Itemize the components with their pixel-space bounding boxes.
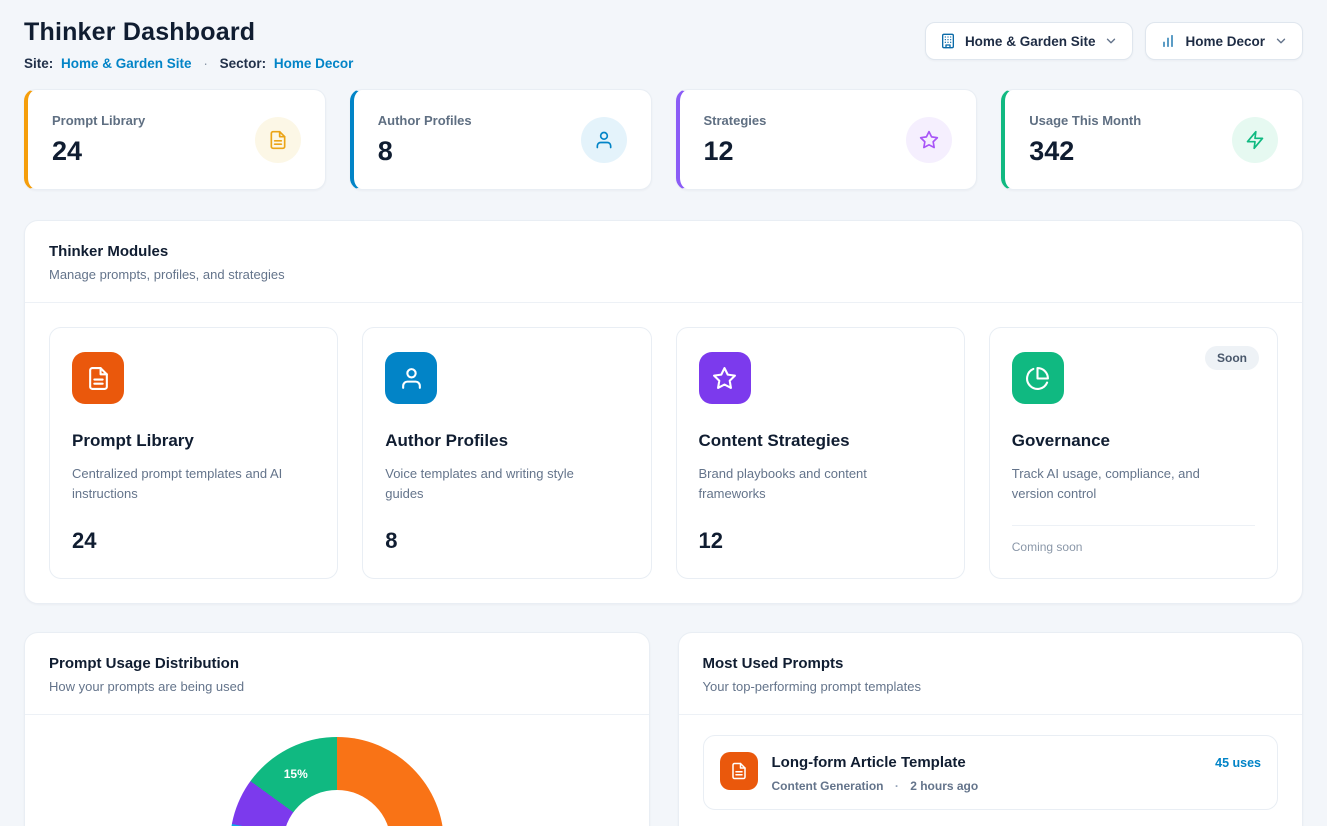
breadcrumb-separator: · <box>203 56 208 71</box>
donut-segment-label: 15% <box>284 767 308 781</box>
module-title: Author Profiles <box>385 431 628 451</box>
donut-chart-area: 15% <box>25 715 649 826</box>
module-description: Brand playbooks and content frameworks <box>699 464 929 504</box>
stat-card-strategies: Strategies 12 <box>676 89 978 190</box>
stat-value: 12 <box>704 136 767 167</box>
thinker-modules-section: Thinker Modules Manage prompts, profiles… <box>24 220 1303 604</box>
site-dropdown[interactable]: Home & Garden Site <box>925 22 1134 60</box>
modules-section-subtitle: Manage prompts, profiles, and strategies <box>49 267 1278 282</box>
site-label: Site: <box>24 56 53 71</box>
list-item[interactable]: Long-form Article Template Content Gener… <box>703 735 1279 810</box>
file-text-icon <box>720 752 758 790</box>
sector-dropdown-label: Home Decor <box>1185 34 1265 49</box>
stat-card-author-profiles: Author Profiles 8 <box>350 89 652 190</box>
stat-value: 342 <box>1029 136 1141 167</box>
prompt-usage-donut: 15% <box>230 737 444 826</box>
stat-label: Prompt Library <box>52 113 145 128</box>
module-description: Voice templates and writing style guides <box>385 464 615 504</box>
prompt-item-time: 2 hours ago <box>910 779 978 793</box>
prompt-item-title: Long-form Article Template <box>772 754 979 771</box>
stat-value: 8 <box>378 136 472 167</box>
stat-card-prompt-library: Prompt Library 24 <box>24 89 326 190</box>
modules-grid: Prompt Library Centralized prompt templa… <box>25 303 1302 603</box>
user-icon <box>385 352 437 404</box>
module-count: 24 <box>72 512 315 554</box>
prompts-panel-subtitle: Your top-performing prompt templates <box>703 679 1279 694</box>
module-title: Governance <box>1012 431 1255 451</box>
stat-value: 24 <box>52 136 145 167</box>
module-count: 8 <box>385 512 628 554</box>
stats-row: Prompt Library 24 Author Profiles 8 Stra… <box>24 89 1303 190</box>
donut-hole <box>283 790 391 826</box>
pie-chart-icon <box>1012 352 1064 404</box>
zap-icon <box>1232 117 1278 163</box>
star-icon <box>699 352 751 404</box>
bar-chart-icon <box>1160 33 1176 49</box>
site-dropdown-label: Home & Garden Site <box>965 34 1096 49</box>
topbar: Thinker Dashboard Site: Home & Garden Si… <box>24 18 1303 71</box>
module-title: Prompt Library <box>72 431 315 451</box>
stat-label: Usage This Month <box>1029 113 1141 128</box>
most-used-prompts-panel: Most Used Prompts Your top-performing pr… <box>678 632 1304 826</box>
star-icon <box>906 117 952 163</box>
file-text-icon <box>255 117 301 163</box>
building-icon <box>940 33 956 49</box>
dashboard-page: Thinker Dashboard Site: Home & Garden Si… <box>0 0 1327 826</box>
stat-label: Author Profiles <box>378 113 472 128</box>
title-block: Thinker Dashboard Site: Home & Garden Si… <box>24 18 353 71</box>
sector-dropdown[interactable]: Home Decor <box>1145 22 1303 60</box>
prompt-item-meta: Content Generation · 2 hours ago <box>772 779 979 793</box>
coming-soon-text: Coming soon <box>1012 525 1255 554</box>
sector-link[interactable]: Home Decor <box>274 56 354 71</box>
usage-panel-subtitle: How your prompts are being used <box>49 679 625 694</box>
prompt-list: Long-form Article Template Content Gener… <box>679 715 1303 826</box>
chevron-down-icon <box>1104 34 1118 48</box>
module-count: 12 <box>699 512 942 554</box>
user-icon <box>581 117 627 163</box>
prompt-item-uses-badge: 45 uses <box>1215 756 1261 770</box>
page-title: Thinker Dashboard <box>24 18 353 47</box>
module-description: Centralized prompt templates and AI inst… <box>72 464 302 504</box>
file-text-icon <box>72 352 124 404</box>
sector-label: Sector: <box>220 56 267 71</box>
topbar-actions: Home & Garden Site Home Decor <box>925 22 1303 60</box>
usage-panel-title: Prompt Usage Distribution <box>49 655 625 672</box>
module-card-governance[interactable]: Soon Governance Track AI usage, complian… <box>989 327 1278 579</box>
site-link[interactable]: Home & Garden Site <box>61 56 192 71</box>
stat-card-usage: Usage This Month 342 <box>1001 89 1303 190</box>
module-title: Content Strategies <box>699 431 942 451</box>
breadcrumb: Site: Home & Garden Site · Sector: Home … <box>24 56 353 71</box>
modules-section-title: Thinker Modules <box>49 243 1278 260</box>
meta-separator: · <box>895 779 899 793</box>
chevron-down-icon <box>1274 34 1288 48</box>
soon-badge: Soon <box>1205 346 1259 370</box>
prompt-usage-panel: Prompt Usage Distribution How your promp… <box>24 632 650 826</box>
module-card-prompt-library[interactable]: Prompt Library Centralized prompt templa… <box>49 327 338 579</box>
module-description: Track AI usage, compliance, and version … <box>1012 464 1242 504</box>
prompts-panel-title: Most Used Prompts <box>703 655 1279 672</box>
prompt-item-category: Content Generation <box>772 779 884 793</box>
stat-label: Strategies <box>704 113 767 128</box>
module-card-content-strategies[interactable]: Content Strategies Brand playbooks and c… <box>676 327 965 579</box>
bottom-row: Prompt Usage Distribution How your promp… <box>24 632 1303 826</box>
module-card-author-profiles[interactable]: Author Profiles Voice templates and writ… <box>362 327 651 579</box>
